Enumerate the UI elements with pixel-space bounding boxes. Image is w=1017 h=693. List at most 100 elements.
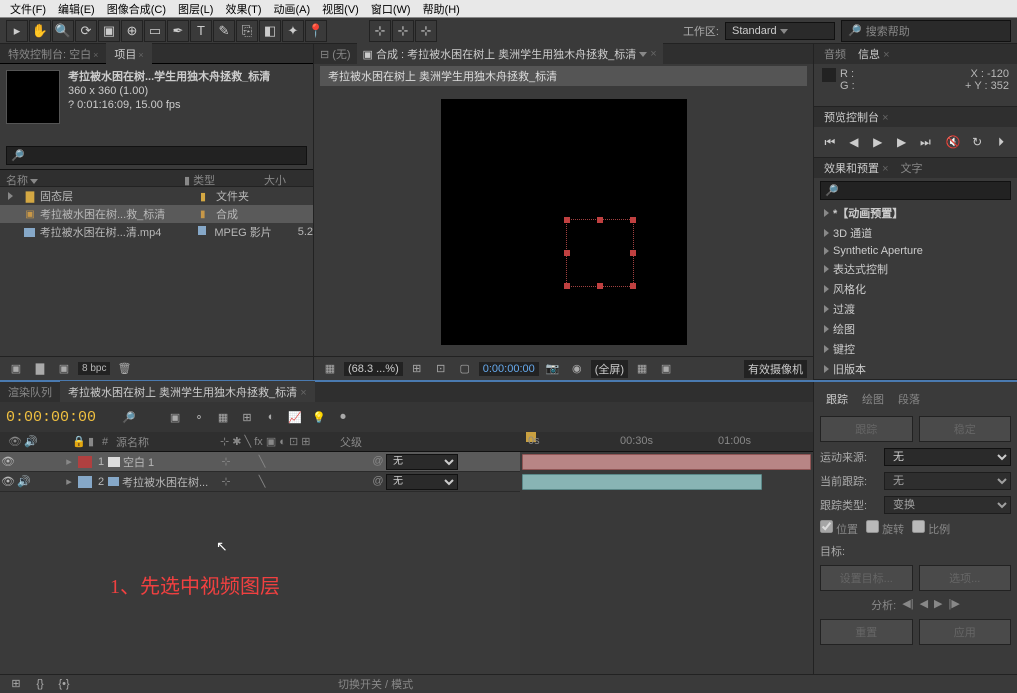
col-size-header[interactable]: 大小 xyxy=(260,170,313,186)
motionblur-switch[interactable] xyxy=(308,474,324,490)
resize-handle[interactable] xyxy=(564,250,570,256)
tab-paragraph[interactable]: 段落 xyxy=(892,388,926,410)
expand-icon[interactable]: ⊞ xyxy=(6,675,26,693)
zoom-select[interactable]: (68.3 ...%) xyxy=(344,362,403,376)
analyze-fwd-button[interactable]: ▶ xyxy=(934,597,942,613)
menu-composition[interactable]: 图像合成(C) xyxy=(101,1,172,16)
layer-selection-box[interactable] xyxy=(566,219,634,287)
workspace-select[interactable]: Standard xyxy=(725,22,835,40)
eraser-tool[interactable]: ◧ xyxy=(259,20,281,42)
menu-view[interactable]: 视图(V) xyxy=(316,1,365,16)
brainstorm-button-icon[interactable]: 💡 xyxy=(308,407,330,427)
scale-checkbox[interactable]: 比例 xyxy=(912,520,950,537)
analyze-back-button[interactable]: ◀ xyxy=(920,597,928,613)
efx-category[interactable]: 键控 xyxy=(814,339,1017,359)
text-tool[interactable]: T xyxy=(190,20,212,42)
interpret-footage-button[interactable]: ▣ xyxy=(6,360,26,378)
fx-switch[interactable] xyxy=(272,474,288,490)
view-camera-select[interactable]: 有效摄像机 xyxy=(744,360,807,378)
viewer-area[interactable] xyxy=(314,88,813,356)
snapshot-button[interactable]: 📷 xyxy=(543,360,563,378)
reset-button[interactable]: 重置 xyxy=(820,619,913,645)
resolution-button[interactable]: ⊞ xyxy=(407,360,427,378)
autokey-button-icon[interactable]: ⏺ xyxy=(332,407,354,427)
prev-frame-button[interactable]: ◀ xyxy=(844,133,864,151)
layer-row-2[interactable]: 👁 🔊 ▸ 2 考拉被水困在树... ⊹ ╲ xyxy=(0,472,520,492)
comp-button-icon[interactable]: ▣ xyxy=(164,407,186,427)
effects-search-input[interactable]: 🔎 xyxy=(820,181,1011,200)
tab-render-queue[interactable]: 渲染队列 xyxy=(0,381,60,403)
menu-effect[interactable]: 效果(T) xyxy=(219,1,267,16)
frameblend-switch[interactable] xyxy=(290,474,306,490)
loop-button[interactable]: ↻ xyxy=(967,133,987,151)
selection-tool[interactable]: ▸ xyxy=(6,20,28,42)
efx-category[interactable]: 绘图 xyxy=(814,319,1017,339)
layer-bar-1[interactable] xyxy=(522,454,811,470)
switches-modes-toggle[interactable]: 切换开关 / 模式 xyxy=(338,676,413,692)
time-display[interactable]: 0:00:00:00 xyxy=(479,362,539,376)
track-motion-button[interactable]: 跟踪 xyxy=(820,416,913,442)
eye-toggle[interactable]: 👁 xyxy=(0,455,16,468)
efx-category[interactable]: 过渡 xyxy=(814,299,1017,319)
3d-switch[interactable] xyxy=(344,454,360,470)
tab-paint[interactable]: 绘图 xyxy=(856,388,890,410)
3d-switch[interactable] xyxy=(344,474,360,490)
fx-switch[interactable] xyxy=(272,454,288,470)
parent-pickwhip-icon[interactable]: @ xyxy=(370,473,386,489)
delete-button[interactable]: 🗑 xyxy=(114,360,134,378)
rotate-tool[interactable]: ⟳ xyxy=(75,20,97,42)
resize-handle[interactable] xyxy=(564,283,570,289)
guides-button[interactable]: ⊡ xyxy=(431,360,451,378)
efx-category[interactable]: Synthetic Aperture xyxy=(814,243,1017,259)
menu-window[interactable]: 窗口(W) xyxy=(365,1,417,16)
layer-label-color[interactable] xyxy=(78,476,92,488)
draft3d-button-icon[interactable]: ▦ xyxy=(212,407,234,427)
motionblur-switch[interactable] xyxy=(308,454,324,470)
efx-category[interactable]: 表达式控制 xyxy=(814,259,1017,279)
composition-canvas[interactable] xyxy=(441,99,687,345)
parent-pickwhip-icon[interactable]: @ xyxy=(370,453,386,469)
ram-preview-button[interactable]: ⏵ xyxy=(991,133,1011,151)
hand-tool[interactable]: ✋ xyxy=(29,20,51,42)
analyze-fwd-one-button[interactable]: |▶ xyxy=(949,597,960,613)
rect-tool[interactable]: ▭ xyxy=(144,20,166,42)
adjustment-switch[interactable] xyxy=(326,454,342,470)
bpc-display[interactable]: 8 bpc xyxy=(78,362,110,375)
frameblend-switch[interactable] xyxy=(290,454,306,470)
search-help-input[interactable]: 🔎 搜索帮助 xyxy=(841,20,1011,42)
comp-thumbnail[interactable] xyxy=(6,70,60,124)
tab-preview[interactable]: 预览控制台 × xyxy=(818,106,895,128)
shy-switch[interactable]: ⊹ xyxy=(218,474,234,490)
viewer-tab-none[interactable]: ⊟ (无) xyxy=(314,43,357,65)
transparency-button[interactable]: ▣ xyxy=(656,360,676,378)
puppet-tool[interactable]: 📍 xyxy=(305,20,327,42)
tab-project[interactable]: 项目× xyxy=(106,43,151,65)
efx-category[interactable]: *【动画预置】 xyxy=(814,203,1017,223)
options-button[interactable]: 选项... xyxy=(919,565,1012,591)
project-item-comp[interactable]: ▣ 考拉被水困在树...救_标清 ▮ 合成 xyxy=(0,205,313,223)
apply-button[interactable]: 应用 xyxy=(919,619,1012,645)
close-icon[interactable]: × xyxy=(650,48,656,60)
next-frame-button[interactable]: ▶ xyxy=(892,133,912,151)
eye-toggle[interactable]: 👁 xyxy=(0,475,16,488)
search-icon[interactable]: 🔎 xyxy=(118,407,140,427)
menu-file[interactable]: 文件(F) xyxy=(4,1,52,16)
mask-button[interactable]: ▢ xyxy=(455,360,475,378)
viewer-tab-comp[interactable]: ▣ 合成 : 考拉被水困在树上 奥洲学生用独木舟拯救_标清 × xyxy=(357,43,663,65)
tab-tracker[interactable]: 跟踪 xyxy=(820,388,854,410)
resolution-select[interactable]: (全屏) xyxy=(591,360,628,378)
parent-select[interactable]: 无 xyxy=(386,474,458,490)
anchor-tool[interactable]: ⊕ xyxy=(121,20,143,42)
tab-timeline-comp[interactable]: 考拉被水困在树上 奥洲学生用独木舟拯救_标清 × xyxy=(60,381,315,403)
col-type-header[interactable]: ▮ 类型 xyxy=(180,170,260,186)
roto-tool[interactable]: ✦ xyxy=(282,20,304,42)
expand-icon[interactable]: ▸ xyxy=(62,475,76,488)
resize-handle[interactable] xyxy=(597,217,603,223)
quality-switch[interactable]: ╲ xyxy=(254,474,270,490)
channel-button[interactable]: ◉ xyxy=(567,360,587,378)
time-ruler[interactable]: 0s 00:30s 01:00s xyxy=(520,432,813,452)
collapse-switch[interactable] xyxy=(236,474,252,490)
tab-text[interactable]: 文字 xyxy=(895,157,929,179)
toggle-icon[interactable]: {} xyxy=(30,675,50,693)
motion-source-select[interactable]: 无 xyxy=(884,448,1011,466)
